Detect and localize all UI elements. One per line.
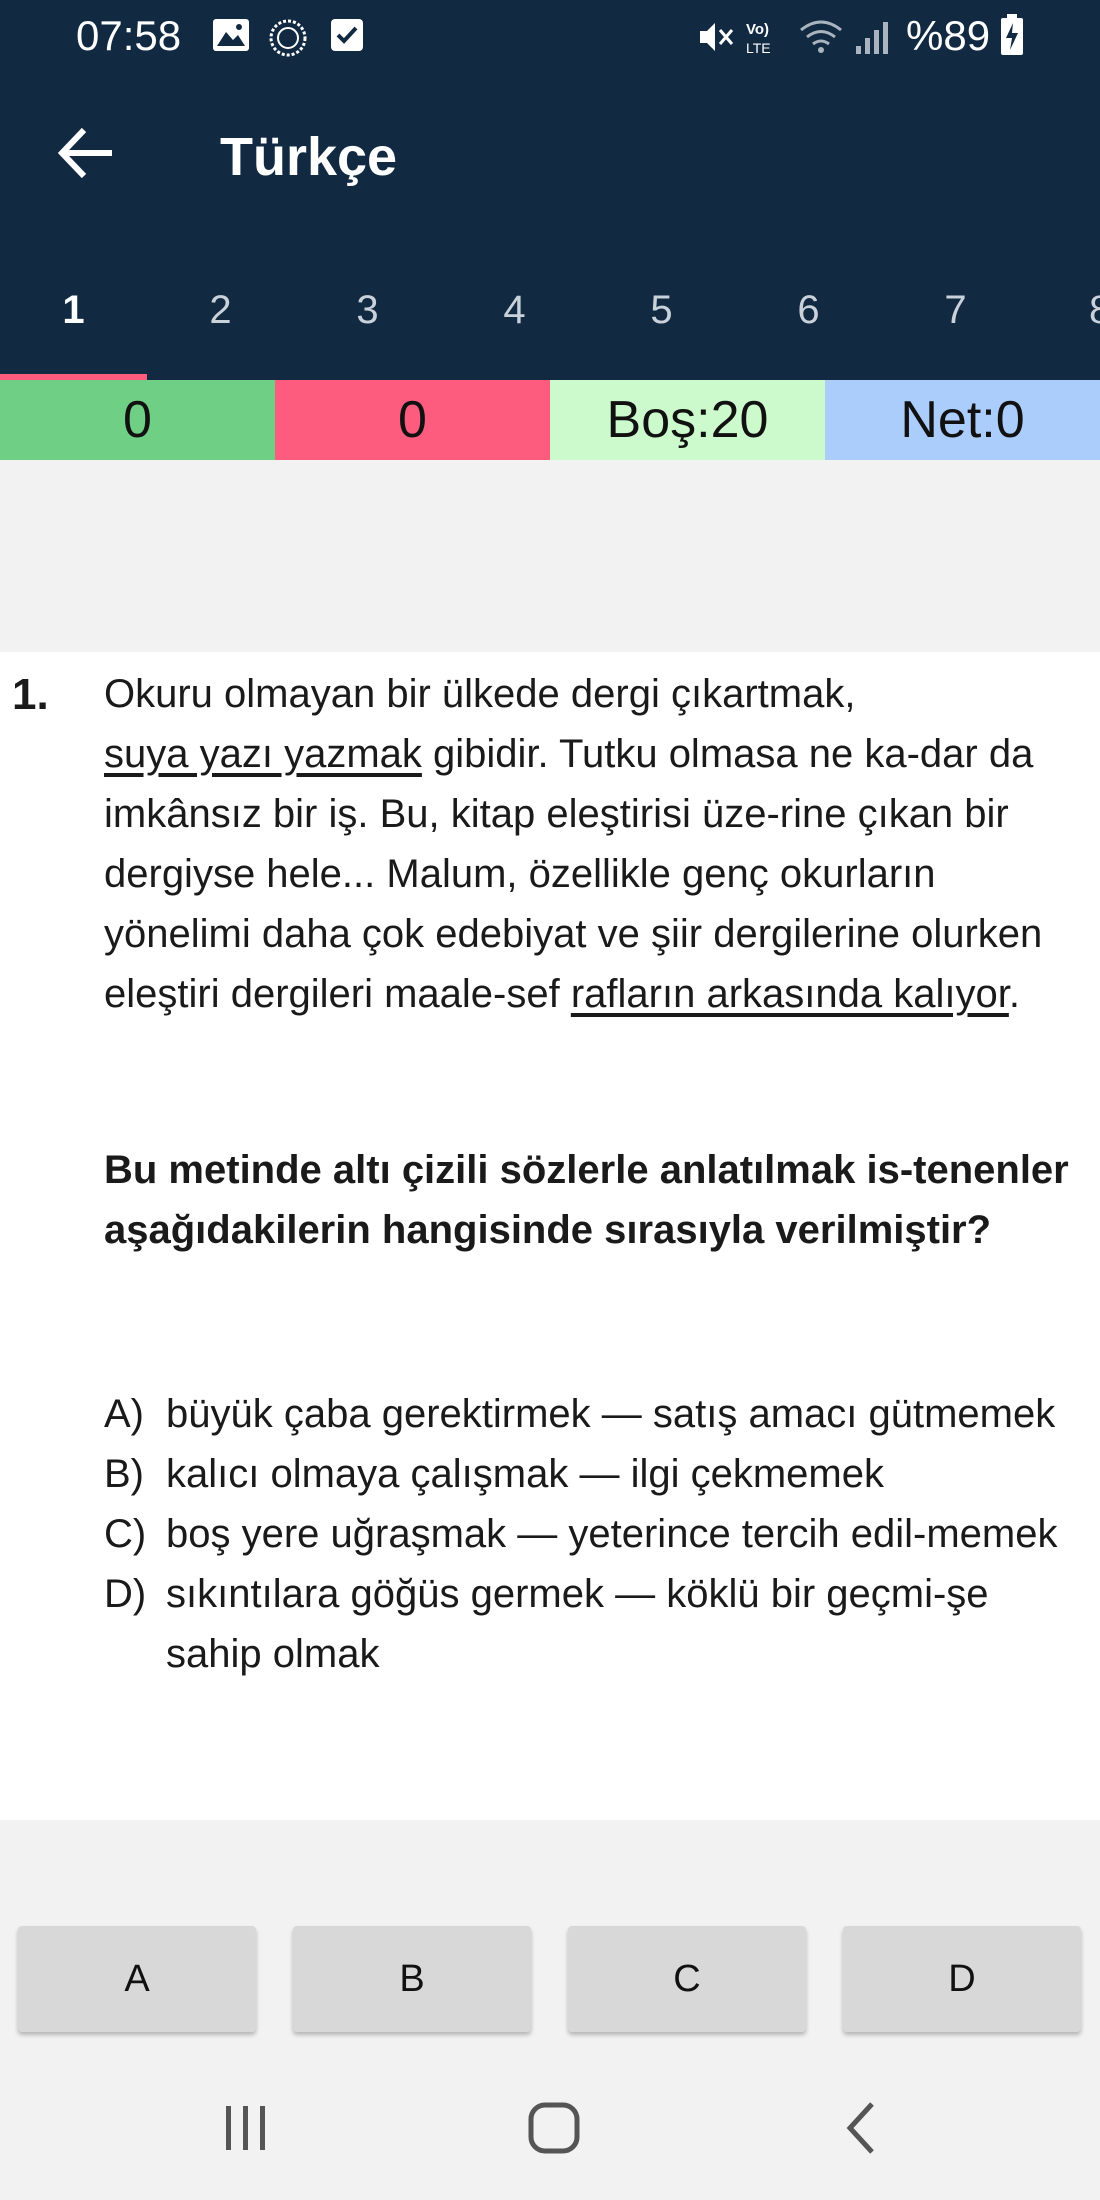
question-prompt: Bu metinde altı çizili sözlerle anlatılm… [104,1148,1069,1252]
tab-3[interactable]: 3 [294,270,441,375]
svg-text:LTE: LTE [746,40,771,56]
home-icon[interactable] [526,2100,582,2156]
passage-text: . [1008,972,1020,1016]
arrow-left-icon[interactable] [48,118,128,188]
checkbox-icon [331,19,363,51]
answer-b-button[interactable]: B [293,1926,531,2032]
wifi-icon [800,20,842,53]
correct-count: 0 [0,380,275,460]
option-text: boş yere uğraşmak — yeterince tercih edi… [166,1512,1058,1556]
option-letter: D) [104,1572,147,1616]
tab-5[interactable]: 5 [588,270,735,375]
net-score: Net:0 [825,380,1100,460]
underlined-phrase: rafların arkasında kalıyor [570,972,1009,1016]
image-icon [213,19,249,51]
page-title: Türkçe [220,127,398,187]
option-letter: B) [104,1452,144,1496]
question-number: 1. [12,670,49,719]
wrong-count: 0 [275,380,550,460]
answer-d-button[interactable]: D [843,1926,1081,2032]
option-text: büyük çaba gerektirmek — satış amacı güt… [166,1392,1056,1436]
status-time: 07:58 [76,12,182,59]
passage-text: Okuru olmayan bir ülkede dergi çıkartmak… [104,672,856,716]
empty-count: Boş:20 [550,380,825,460]
option-letter: C) [104,1512,147,1556]
mute-icon [700,23,734,51]
tab-6[interactable]: 6 [735,270,882,375]
tab-4[interactable]: 4 [441,270,588,375]
option-b: B) kalıcı olmaya çalışmak — ilgi çekmemek [104,1444,1084,1504]
question-card: 1. Okuru olmayan bir ülkede dergi çıkart… [0,652,1100,1820]
tab-1[interactable]: 1 [0,270,147,375]
clock-icon [269,19,307,57]
signal-icon [856,22,888,54]
option-c: C) boş yere uğraşmak — yeterince tercih e… [104,1504,1084,1564]
question-tabs: 1 2 3 4 5 6 7 8 [0,270,1100,380]
option-text: sıkıntılara göğüs germek — köklü bir geç… [166,1572,989,1676]
recent-apps-icon[interactable] [218,2100,274,2156]
answer-options: A) büyük çaba gerektirmek — satış amacı g… [104,1384,1084,1684]
answer-c-button[interactable]: C [568,1926,806,2032]
option-letter: A) [104,1392,144,1436]
underlined-phrase: suya yazı yazmak [104,732,422,776]
score-bar: 0 0 Boş:20 Net:0 [0,380,1100,460]
option-text: kalıcı olmaya çalışmak — ilgi çekmemek [166,1452,884,1496]
battery-percent: %89 [906,12,991,59]
battery-charging-icon [1001,14,1023,55]
svg-text:Vo): Vo) [746,21,769,38]
back-nav-icon[interactable] [836,2100,892,2156]
answer-buttons: A B C D [0,1926,1100,2036]
question-passage: Okuru olmayan bir ülkede dergi çıkartmak… [104,664,1084,1024]
option-a: A) büyük çaba gerektirmek — satış amacı g… [104,1384,1084,1444]
volte-icon: Vo) LTE [746,21,771,56]
tab-7[interactable]: 7 [882,270,1029,375]
tab-2[interactable]: 2 [147,270,294,375]
app-bar [0,75,1100,240]
option-d: D) sıkıntılara göğüs germek — köklü bir g… [104,1564,1084,1684]
answer-a-button[interactable]: A [18,1926,256,2032]
status-bar: 07:58 Vo) LTE %89 [0,0,1100,75]
tab-8[interactable]: 8 [1029,270,1100,375]
